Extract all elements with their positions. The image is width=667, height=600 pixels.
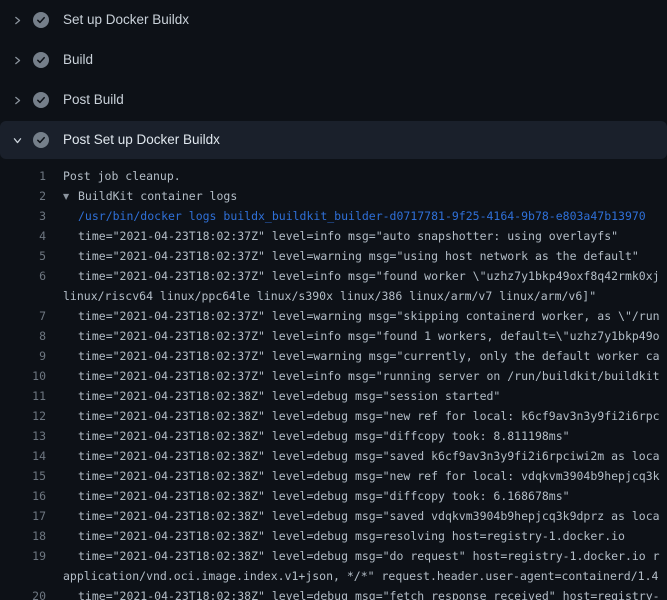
log-line-text: time="2021-04-23T18:02:37Z" level=warnin… <box>46 246 667 266</box>
step-label: Set up Docker Buildx <box>63 12 189 28</box>
log-line: 10time="2021-04-23T18:02:37Z" level=info… <box>0 366 667 386</box>
log-line-number[interactable]: 16 <box>0 486 46 506</box>
log-line: 17time="2021-04-23T18:02:38Z" level=debu… <box>0 506 667 526</box>
log-line-text: time="2021-04-23T18:02:38Z" level=debug … <box>46 426 667 446</box>
log-line: 3/usr/bin/docker logs buildx_buildkit_bu… <box>0 206 667 226</box>
log-line-number[interactable]: 6 <box>0 266 46 286</box>
log-line-number[interactable]: 11 <box>0 386 46 406</box>
log-line: 5time="2021-04-23T18:02:37Z" level=warni… <box>0 246 667 266</box>
log-line: 7time="2021-04-23T18:02:37Z" level=warni… <box>0 306 667 326</box>
log-line-text: time="2021-04-23T18:02:38Z" level=debug … <box>46 546 667 566</box>
group-toggle-icon[interactable]: ▼ <box>63 187 78 206</box>
log-line: 6time="2021-04-23T18:02:37Z" level=info … <box>0 266 667 286</box>
log-line-number[interactable]: 17 <box>0 506 46 526</box>
log-line-text: time="2021-04-23T18:02:38Z" level=debug … <box>46 466 667 486</box>
log-line-text: time="2021-04-23T18:02:38Z" level=debug … <box>46 386 667 406</box>
log-line-number[interactable]: 14 <box>0 446 46 466</box>
log-line-number[interactable] <box>0 286 46 306</box>
log-line-text: time="2021-04-23T18:02:38Z" level=debug … <box>46 446 667 466</box>
log-line-number[interactable]: 4 <box>0 226 46 246</box>
log-line-number[interactable]: 19 <box>0 546 46 566</box>
chevron-right-icon[interactable] <box>12 15 33 26</box>
step-list: Set up Docker Buildx Build Post Build Post … <box>0 0 667 159</box>
check-circle-icon <box>33 12 49 28</box>
log-line: 1Post job cleanup. <box>0 166 667 186</box>
log-line-text: time="2021-04-23T18:02:38Z" level=debug … <box>46 486 667 506</box>
log-line-number[interactable]: 18 <box>0 526 46 546</box>
log-line: 12time="2021-04-23T18:02:38Z" level=debu… <box>0 406 667 426</box>
check-circle-icon <box>33 92 49 108</box>
chevron-down-icon[interactable] <box>12 135 33 146</box>
log-line: 15time="2021-04-23T18:02:38Z" level=debu… <box>0 466 667 486</box>
log-line: 4time="2021-04-23T18:02:37Z" level=info … <box>0 226 667 246</box>
log-line: 18time="2021-04-23T18:02:38Z" level=debu… <box>0 526 667 546</box>
step-label: Post Build <box>63 92 124 108</box>
log-line: application/vnd.oci.image.index.v1+json,… <box>0 566 667 586</box>
log-line: 14time="2021-04-23T18:02:38Z" level=debu… <box>0 446 667 466</box>
log-line-text: time="2021-04-23T18:02:37Z" level=warnin… <box>46 306 667 326</box>
log-line-text: time="2021-04-23T18:02:37Z" level=info m… <box>46 366 667 386</box>
log-line: linux/riscv64 linux/ppc64le linux/s390x … <box>0 286 667 306</box>
log-line-number[interactable]: 2 <box>0 186 46 206</box>
log-command-text: /usr/bin/docker logs buildx_buildkit_bui… <box>46 206 667 226</box>
log-line-text: application/vnd.oci.image.index.v1+json,… <box>46 566 667 586</box>
log-line-text: ▼BuildKit container logs <box>46 186 667 206</box>
log-area: 1Post job cleanup.2▼BuildKit container l… <box>0 160 667 600</box>
log-line: 19time="2021-04-23T18:02:38Z" level=debu… <box>0 546 667 566</box>
log-line-text: linux/riscv64 linux/ppc64le linux/s390x … <box>46 286 667 306</box>
log-line-number[interactable]: 9 <box>0 346 46 366</box>
step-label: Build <box>63 52 93 68</box>
step-row[interactable]: Post Build <box>0 80 667 120</box>
step-label: Post Set up Docker Buildx <box>63 132 220 148</box>
step-row[interactable]: Build <box>0 40 667 80</box>
log-line-text: time="2021-04-23T18:02:38Z" level=debug … <box>46 526 667 546</box>
log-line-text: time="2021-04-23T18:02:37Z" level=info m… <box>46 226 667 246</box>
log-line-text: time="2021-04-23T18:02:37Z" level=info m… <box>46 266 667 286</box>
log-line: 8time="2021-04-23T18:02:37Z" level=info … <box>0 326 667 346</box>
log-line: 11time="2021-04-23T18:02:38Z" level=debu… <box>0 386 667 406</box>
log-line: 16time="2021-04-23T18:02:38Z" level=debu… <box>0 486 667 506</box>
log-line: 9time="2021-04-23T18:02:37Z" level=warni… <box>0 346 667 366</box>
log-line-text: time="2021-04-23T18:02:38Z" level=debug … <box>46 586 667 600</box>
log-line-number[interactable]: 5 <box>0 246 46 266</box>
log-line-number[interactable]: 8 <box>0 326 46 346</box>
github-actions-log-viewer: Set up Docker Buildx Build Post Build Post … <box>0 0 667 600</box>
log-line-text: time="2021-04-23T18:02:37Z" level=info m… <box>46 326 667 346</box>
log-group-row[interactable]: 2▼BuildKit container logs <box>0 186 667 206</box>
chevron-right-icon[interactable] <box>12 95 33 106</box>
log-line-number[interactable] <box>0 566 46 586</box>
log-line-text: time="2021-04-23T18:02:38Z" level=debug … <box>46 506 667 526</box>
log-line: 20time="2021-04-23T18:02:38Z" level=debu… <box>0 586 667 600</box>
check-circle-icon <box>33 52 49 68</box>
log-line-number[interactable]: 12 <box>0 406 46 426</box>
log-line-number[interactable]: 15 <box>0 466 46 486</box>
log-line-text: time="2021-04-23T18:02:38Z" level=debug … <box>46 406 667 426</box>
log-line-text: Post job cleanup. <box>46 166 667 186</box>
chevron-right-icon[interactable] <box>12 55 33 66</box>
log-group-label: BuildKit container logs <box>78 189 237 203</box>
log-line-number[interactable]: 10 <box>0 366 46 386</box>
step-row[interactable]: Set up Docker Buildx <box>0 0 667 40</box>
log-line-number[interactable]: 13 <box>0 426 46 446</box>
log-line: 13time="2021-04-23T18:02:38Z" level=debu… <box>0 426 667 446</box>
log-line-text: time="2021-04-23T18:02:37Z" level=warnin… <box>46 346 667 366</box>
log-line-number[interactable]: 20 <box>0 586 46 600</box>
check-circle-icon <box>33 132 49 148</box>
log-line-number[interactable]: 1 <box>0 166 46 186</box>
step-row[interactable]: Post Set up Docker Buildx <box>0 121 667 159</box>
log-line-number[interactable]: 3 <box>0 206 46 226</box>
log-line-number[interactable]: 7 <box>0 306 46 326</box>
